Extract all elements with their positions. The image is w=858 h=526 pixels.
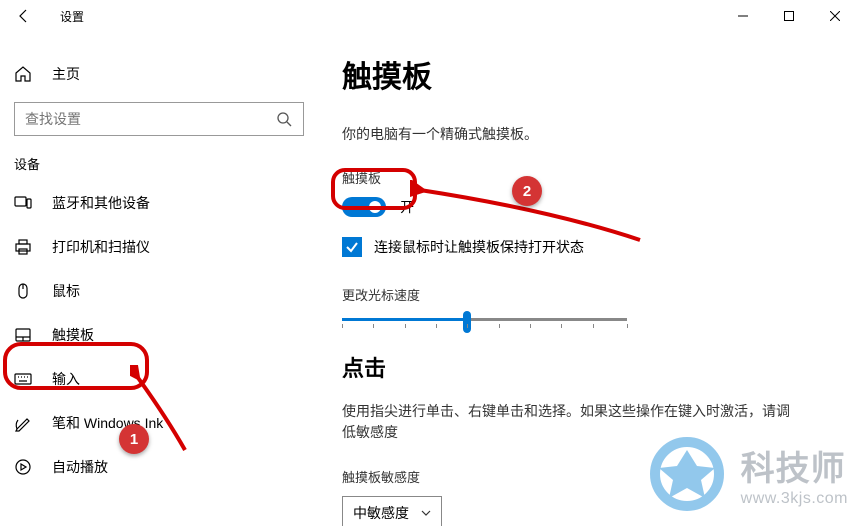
- close-button[interactable]: [812, 0, 858, 32]
- sidebar-item-autoplay[interactable]: 自动播放: [0, 445, 318, 489]
- sensitivity-label: 触摸板敏感度: [342, 467, 828, 486]
- checkbox-label: 连接鼠标时让触摸板保持打开状态: [374, 237, 584, 257]
- maximize-button[interactable]: [766, 0, 812, 32]
- sidebar: 主页 设备 蓝牙和其他设备 打印机和扫描仪: [0, 32, 318, 526]
- sidebar-item-label: 自动播放: [52, 457, 108, 477]
- page-title: 触摸板: [342, 52, 828, 96]
- arrow-left-icon: [16, 8, 32, 24]
- chevron-down-icon: [421, 508, 431, 518]
- maximize-icon: [784, 11, 794, 21]
- main-content: 触摸板 你的电脑有一个精确式触摸板。 触摸板 开 连接鼠标时让触摸板保持打开状态…: [318, 32, 858, 526]
- sensitivity-dropdown[interactable]: 中敏感度: [342, 496, 442, 526]
- sidebar-item-label: 蓝牙和其他设备: [52, 193, 150, 213]
- toggle-knob: [369, 201, 381, 213]
- minimize-button[interactable]: [720, 0, 766, 32]
- slider-fill: [342, 318, 467, 321]
- touchpad-toggle[interactable]: [342, 197, 386, 217]
- annotation-badge-1: 1: [119, 424, 149, 454]
- sidebar-item-label: 鼠标: [52, 281, 80, 301]
- sidebar-item-home[interactable]: 主页: [0, 52, 318, 96]
- page-description: 你的电脑有一个精确式触摸板。: [342, 124, 828, 144]
- annotation-badge-2: 2: [512, 176, 542, 206]
- keep-on-checkbox[interactable]: [342, 237, 362, 257]
- pen-icon: [14, 414, 32, 432]
- mouse-icon: [14, 282, 32, 300]
- minimize-icon: [738, 11, 748, 21]
- check-icon: [345, 240, 359, 254]
- dropdown-value: 中敏感度: [353, 503, 409, 523]
- back-button[interactable]: [8, 0, 40, 32]
- sidebar-item-label: 主页: [52, 64, 80, 84]
- sidebar-item-pen[interactable]: 笔和 Windows Ink: [0, 401, 318, 445]
- close-icon: [830, 11, 840, 21]
- click-section-title: 点击: [342, 351, 828, 383]
- sidebar-item-bluetooth[interactable]: 蓝牙和其他设备: [0, 181, 318, 225]
- sidebar-section-label: 设备: [0, 136, 318, 181]
- devices-icon: [14, 194, 32, 212]
- search-input[interactable]: [25, 111, 275, 127]
- cursor-speed-slider[interactable]: [342, 318, 627, 321]
- autoplay-icon: [14, 458, 32, 476]
- printer-icon: [14, 238, 32, 256]
- sidebar-item-label: 触摸板: [52, 325, 94, 345]
- sidebar-item-touchpad[interactable]: 触摸板: [0, 313, 318, 357]
- toggle-state-label: 开: [400, 197, 414, 217]
- cursor-speed-label: 更改光标速度: [342, 285, 828, 304]
- click-description: 使用指尖进行单击、右键单击和选择。如果这些操作在键入时激活，请调低敏感度: [342, 401, 802, 443]
- keyboard-icon: [14, 370, 32, 388]
- home-icon: [14, 65, 32, 83]
- slider-ticks: [342, 324, 627, 330]
- sidebar-item-label: 输入: [52, 369, 80, 389]
- toggle-section-label: 触摸板: [342, 168, 828, 187]
- sidebar-item-label: 打印机和扫描仪: [52, 237, 150, 257]
- search-icon: [275, 110, 293, 128]
- search-box[interactable]: [14, 102, 304, 136]
- sidebar-item-mouse[interactable]: 鼠标: [0, 269, 318, 313]
- touchpad-icon: [14, 326, 32, 344]
- window-title: 设置: [60, 8, 84, 25]
- sidebar-item-typing[interactable]: 输入: [0, 357, 318, 401]
- sidebar-item-printers[interactable]: 打印机和扫描仪: [0, 225, 318, 269]
